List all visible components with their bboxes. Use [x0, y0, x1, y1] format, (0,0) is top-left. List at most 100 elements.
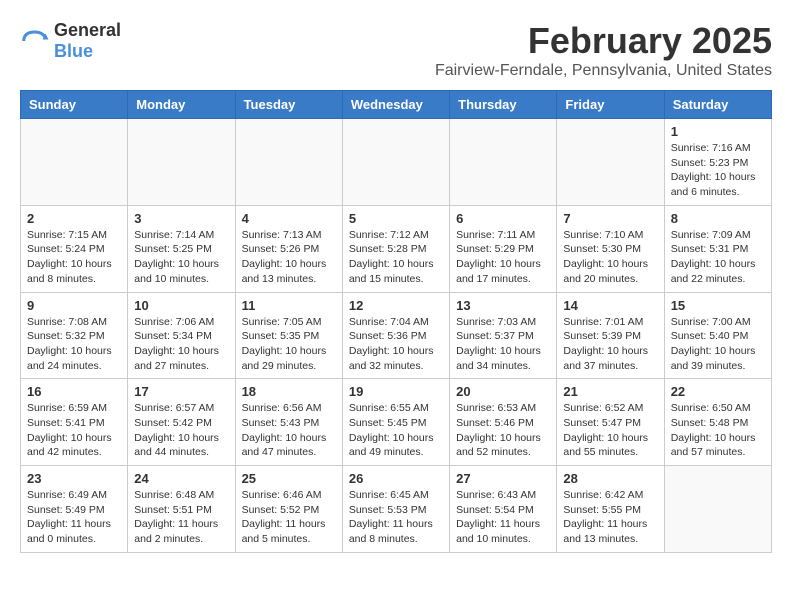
day-cell: 27 Sunrise: 6:43 AM Sunset: 5:54 PM Dayli…: [450, 466, 557, 553]
location-title: Fairview-Ferndale, Pennsylvania, United …: [435, 62, 772, 80]
day-info: Sunrise: 6:46 AM Sunset: 5:52 PM Dayligh…: [242, 488, 336, 547]
weekday-header-wednesday: Wednesday: [342, 91, 449, 119]
day-cell: 24 Sunrise: 6:48 AM Sunset: 5:51 PM Dayli…: [128, 466, 235, 553]
day-number: 13: [456, 298, 550, 313]
day-info: Sunrise: 7:08 AM Sunset: 5:32 PM Dayligh…: [27, 315, 121, 374]
day-info: Sunrise: 7:00 AM Sunset: 5:40 PM Dayligh…: [671, 315, 765, 374]
day-info: Sunrise: 7:13 AM Sunset: 5:26 PM Dayligh…: [242, 228, 336, 287]
day-info: Sunrise: 7:06 AM Sunset: 5:34 PM Dayligh…: [134, 315, 228, 374]
day-cell: 16 Sunrise: 6:59 AM Sunset: 5:41 PM Dayli…: [21, 379, 128, 466]
day-number: 2: [27, 211, 121, 226]
day-cell: 18Sunrise: 6:56 AM Sunset: 5:43 PM Dayli…: [235, 379, 342, 466]
day-cell: 23 Sunrise: 6:49 AM Sunset: 5:49 PM Dayli…: [21, 466, 128, 553]
day-number: 14: [563, 298, 657, 313]
day-number: 17: [134, 384, 228, 399]
day-number: 19: [349, 384, 443, 399]
day-cell: 28 Sunrise: 6:42 AM Sunset: 5:55 PM Dayli…: [557, 466, 664, 553]
day-cell: 2 Sunrise: 7:15 AM Sunset: 5:24 PM Daylig…: [21, 205, 128, 292]
day-cell: 3 Sunrise: 7:14 AM Sunset: 5:25 PM Daylig…: [128, 205, 235, 292]
day-number: 4: [242, 211, 336, 226]
day-info: Sunrise: 6:50 AM Sunset: 5:48 PM Dayligh…: [671, 401, 765, 460]
day-cell: 5Sunrise: 7:12 AM Sunset: 5:28 PM Daylig…: [342, 205, 449, 292]
day-cell: [128, 119, 235, 206]
day-number: 11: [242, 298, 336, 313]
week-row-3: 16 Sunrise: 6:59 AM Sunset: 5:41 PM Dayli…: [21, 379, 772, 466]
day-number: 7: [563, 211, 657, 226]
day-info: Sunrise: 6:43 AM Sunset: 5:54 PM Dayligh…: [456, 488, 550, 547]
day-info: Sunrise: 7:04 AM Sunset: 5:36 PM Dayligh…: [349, 315, 443, 374]
day-info: Sunrise: 7:01 AM Sunset: 5:39 PM Dayligh…: [563, 315, 657, 374]
day-cell: [664, 466, 771, 553]
day-cell: 9 Sunrise: 7:08 AM Sunset: 5:32 PM Daylig…: [21, 292, 128, 379]
day-info: Sunrise: 6:49 AM Sunset: 5:49 PM Dayligh…: [27, 488, 121, 547]
header: General Blue February 2025 Fairview-Fern…: [20, 20, 772, 80]
day-number: 24: [134, 471, 228, 486]
day-number: 5: [349, 211, 443, 226]
day-info: Sunrise: 6:59 AM Sunset: 5:41 PM Dayligh…: [27, 401, 121, 460]
day-info: Sunrise: 7:03 AM Sunset: 5:37 PM Dayligh…: [456, 315, 550, 374]
day-info: Sunrise: 6:48 AM Sunset: 5:51 PM Dayligh…: [134, 488, 228, 547]
logo-general-text: General: [54, 20, 121, 40]
day-cell: [557, 119, 664, 206]
day-info: Sunrise: 7:11 AM Sunset: 5:29 PM Dayligh…: [456, 228, 550, 287]
weekday-header-row: SundayMondayTuesdayWednesdayThursdayFrid…: [21, 91, 772, 119]
day-cell: [235, 119, 342, 206]
day-cell: 14 Sunrise: 7:01 AM Sunset: 5:39 PM Dayli…: [557, 292, 664, 379]
weekday-header-saturday: Saturday: [664, 91, 771, 119]
logo-icon: [20, 26, 50, 56]
day-cell: 7 Sunrise: 7:10 AM Sunset: 5:30 PM Daylig…: [557, 205, 664, 292]
week-row-1: 2 Sunrise: 7:15 AM Sunset: 5:24 PM Daylig…: [21, 205, 772, 292]
day-info: Sunrise: 7:15 AM Sunset: 5:24 PM Dayligh…: [27, 228, 121, 287]
day-number: 3: [134, 211, 228, 226]
day-info: Sunrise: 6:42 AM Sunset: 5:55 PM Dayligh…: [563, 488, 657, 547]
day-number: 6: [456, 211, 550, 226]
day-number: 8: [671, 211, 765, 226]
weekday-header-tuesday: Tuesday: [235, 91, 342, 119]
day-number: 27: [456, 471, 550, 486]
day-number: 10: [134, 298, 228, 313]
day-cell: 26 Sunrise: 6:45 AM Sunset: 5:53 PM Dayli…: [342, 466, 449, 553]
day-info: Sunrise: 6:45 AM Sunset: 5:53 PM Dayligh…: [349, 488, 443, 547]
day-cell: 10 Sunrise: 7:06 AM Sunset: 5:34 PM Dayli…: [128, 292, 235, 379]
week-row-0: 1Sunrise: 7:16 AM Sunset: 5:23 PM Daylig…: [21, 119, 772, 206]
day-number: 28: [563, 471, 657, 486]
day-cell: [342, 119, 449, 206]
weekday-header-sunday: Sunday: [21, 91, 128, 119]
day-info: Sunrise: 7:05 AM Sunset: 5:35 PM Dayligh…: [242, 315, 336, 374]
day-cell: 13 Sunrise: 7:03 AM Sunset: 5:37 PM Dayli…: [450, 292, 557, 379]
day-cell: 1Sunrise: 7:16 AM Sunset: 5:23 PM Daylig…: [664, 119, 771, 206]
day-cell: [21, 119, 128, 206]
week-row-2: 9 Sunrise: 7:08 AM Sunset: 5:32 PM Daylig…: [21, 292, 772, 379]
day-cell: 6 Sunrise: 7:11 AM Sunset: 5:29 PM Daylig…: [450, 205, 557, 292]
day-cell: 25 Sunrise: 6:46 AM Sunset: 5:52 PM Dayli…: [235, 466, 342, 553]
day-info: Sunrise: 7:10 AM Sunset: 5:30 PM Dayligh…: [563, 228, 657, 287]
day-number: 21: [563, 384, 657, 399]
day-cell: [450, 119, 557, 206]
day-info: Sunrise: 7:16 AM Sunset: 5:23 PM Dayligh…: [671, 141, 765, 200]
day-cell: 22Sunrise: 6:50 AM Sunset: 5:48 PM Dayli…: [664, 379, 771, 466]
day-number: 26: [349, 471, 443, 486]
day-cell: 8 Sunrise: 7:09 AM Sunset: 5:31 PM Daylig…: [664, 205, 771, 292]
day-cell: 11 Sunrise: 7:05 AM Sunset: 5:35 PM Dayli…: [235, 292, 342, 379]
day-number: 18: [242, 384, 336, 399]
day-number: 25: [242, 471, 336, 486]
weekday-header-friday: Friday: [557, 91, 664, 119]
day-cell: 20Sunrise: 6:53 AM Sunset: 5:46 PM Dayli…: [450, 379, 557, 466]
day-cell: 12 Sunrise: 7:04 AM Sunset: 5:36 PM Dayli…: [342, 292, 449, 379]
calendar: SundayMondayTuesdayWednesdayThursdayFrid…: [20, 90, 772, 553]
day-info: Sunrise: 6:55 AM Sunset: 5:45 PM Dayligh…: [349, 401, 443, 460]
week-row-4: 23 Sunrise: 6:49 AM Sunset: 5:49 PM Dayli…: [21, 466, 772, 553]
day-number: 16: [27, 384, 121, 399]
day-cell: 4 Sunrise: 7:13 AM Sunset: 5:26 PM Daylig…: [235, 205, 342, 292]
month-title: February 2025: [435, 20, 772, 62]
day-cell: 17 Sunrise: 6:57 AM Sunset: 5:42 PM Dayli…: [128, 379, 235, 466]
day-cell: 19 Sunrise: 6:55 AM Sunset: 5:45 PM Dayli…: [342, 379, 449, 466]
day-number: 23: [27, 471, 121, 486]
logo: General Blue: [20, 20, 121, 62]
day-number: 9: [27, 298, 121, 313]
day-number: 12: [349, 298, 443, 313]
day-info: Sunrise: 7:09 AM Sunset: 5:31 PM Dayligh…: [671, 228, 765, 287]
day-info: Sunrise: 6:57 AM Sunset: 5:42 PM Dayligh…: [134, 401, 228, 460]
day-info: Sunrise: 7:14 AM Sunset: 5:25 PM Dayligh…: [134, 228, 228, 287]
weekday-header-monday: Monday: [128, 91, 235, 119]
